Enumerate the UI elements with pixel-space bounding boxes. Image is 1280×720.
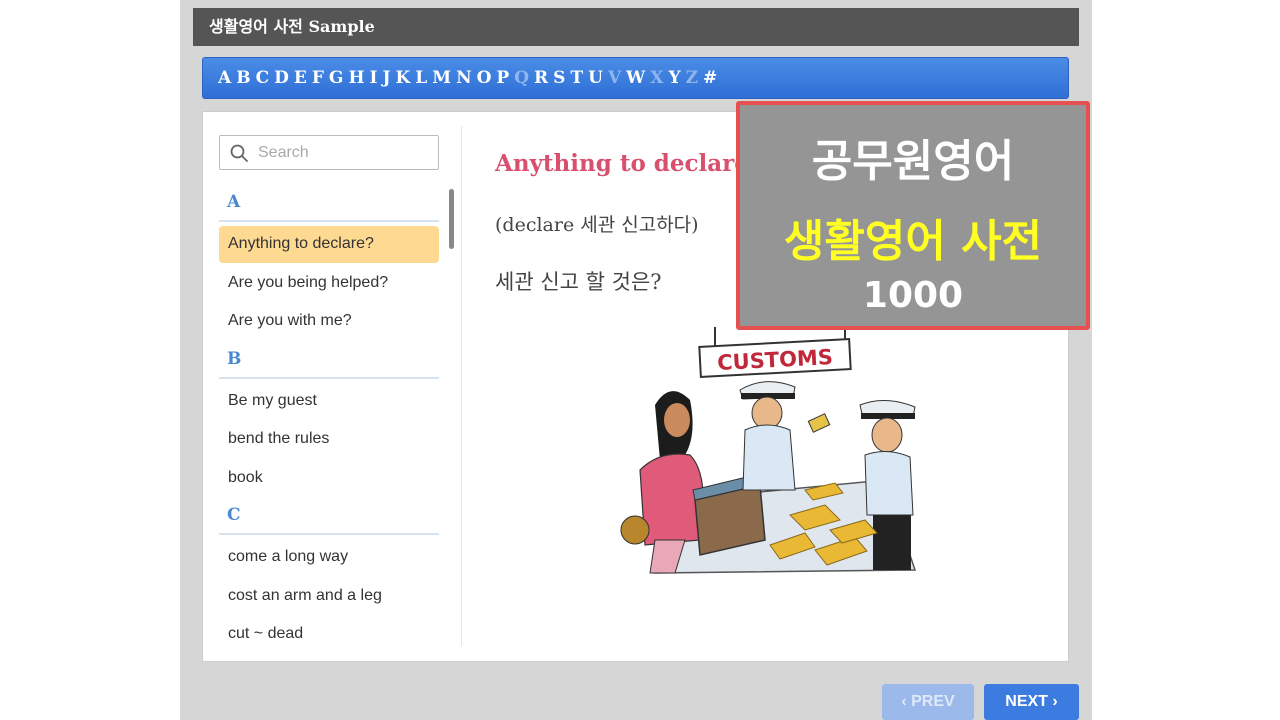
list-item[interactable]: Anything to declare?: [219, 226, 439, 263]
alphabet-letter-h[interactable]: H: [348, 68, 364, 88]
next-button[interactable]: NEXT ›: [984, 684, 1079, 720]
search-input[interactable]: [258, 142, 428, 164]
search-box[interactable]: [219, 135, 439, 170]
list-item[interactable]: cost an arm and a leg: [219, 578, 439, 615]
entry-meaning: 세관 신고 할 것은?: [495, 270, 662, 294]
alphabet-letter-q: Q: [514, 68, 530, 88]
list-item[interactable]: cut ~ dead: [219, 616, 439, 653]
list-item[interactable]: Are you being helped?: [219, 265, 439, 302]
chevron-right-icon: ›: [1052, 693, 1058, 710]
alphabet-letter-v: V: [607, 68, 622, 88]
alphabet-letter-w[interactable]: W: [626, 68, 645, 88]
alphabet-letter-hash[interactable]: #: [703, 68, 717, 88]
alphabet-letter-c[interactable]: C: [256, 68, 270, 88]
alphabet-letter-p[interactable]: P: [496, 68, 509, 88]
promo-overlay: 공무원영어 생활영어 사전 1000: [736, 101, 1090, 330]
section-header-a: A: [219, 185, 439, 222]
alphabet-letter-j[interactable]: J: [382, 68, 390, 88]
alphabet-letter-e[interactable]: E: [294, 68, 307, 88]
list-item[interactable]: Are you with me?: [219, 303, 439, 340]
entry-phrase: Anything to declare?: [495, 150, 763, 177]
promo-line-1: 공무원영어: [811, 136, 1015, 187]
alphabet-letter-t[interactable]: T: [570, 68, 583, 88]
prev-button[interactable]: ‹ PREV: [882, 684, 974, 720]
alphabet-letter-y[interactable]: Y: [668, 68, 680, 88]
alphabet-letter-l[interactable]: L: [415, 68, 427, 88]
list-item[interactable]: bend the rules: [219, 421, 439, 458]
phrase-list: A Anything to declare? Are you being helpe…: [219, 185, 439, 655]
promo-line-2: 생활영어 사전: [783, 216, 1043, 267]
alphabet-letter-s[interactable]: S: [553, 68, 565, 88]
alphabet-letter-k[interactable]: K: [396, 68, 411, 88]
panel-divider: [461, 126, 462, 646]
customs-illustration: CUSTOMS: [620, 327, 917, 574]
next-label: NEXT: [1005, 693, 1048, 710]
section-header-c: C: [219, 498, 439, 535]
alphabet-letter-d[interactable]: D: [274, 68, 289, 88]
alphabet-letter-g[interactable]: G: [329, 68, 344, 88]
alphabet-letter-o[interactable]: O: [477, 68, 492, 88]
title-sample: Sample: [308, 17, 375, 36]
alphabet-letter-a[interactable]: A: [218, 68, 231, 88]
chevron-left-icon: ‹: [901, 693, 907, 710]
promo-line-3: 1000: [862, 275, 964, 316]
alphabet-letter-f[interactable]: F: [312, 68, 324, 88]
entry-note: (declare 세관 신고하다): [495, 214, 699, 236]
search-icon: [230, 144, 248, 162]
list-item[interactable]: come a long way: [219, 539, 439, 576]
alphabet-letter-z: Z: [685, 68, 698, 88]
prev-label: PREV: [911, 693, 955, 710]
section-header-b: B: [219, 342, 439, 379]
title-bar: 생활영어 사전 Sample: [193, 8, 1079, 46]
list-item[interactable]: Be my guest: [219, 383, 439, 420]
list-item[interactable]: book: [219, 460, 439, 497]
alphabet-letter-u[interactable]: U: [588, 68, 603, 88]
title-korean: 생활영어 사전: [209, 17, 303, 36]
alphabet-letter-x: X: [650, 68, 664, 88]
alphabet-index-bar: A B C D E F G H I J K L M N O P Q R S T U V W X Y Z #: [202, 57, 1069, 99]
alphabet-letter-i[interactable]: I: [370, 68, 378, 88]
alphabet-letter-r[interactable]: R: [534, 68, 548, 88]
alphabet-letter-b[interactable]: B: [236, 68, 250, 88]
list-scrollbar[interactable]: [449, 189, 454, 249]
alphabet-letter-n[interactable]: N: [456, 68, 472, 88]
alphabet-letter-m[interactable]: M: [432, 68, 451, 88]
